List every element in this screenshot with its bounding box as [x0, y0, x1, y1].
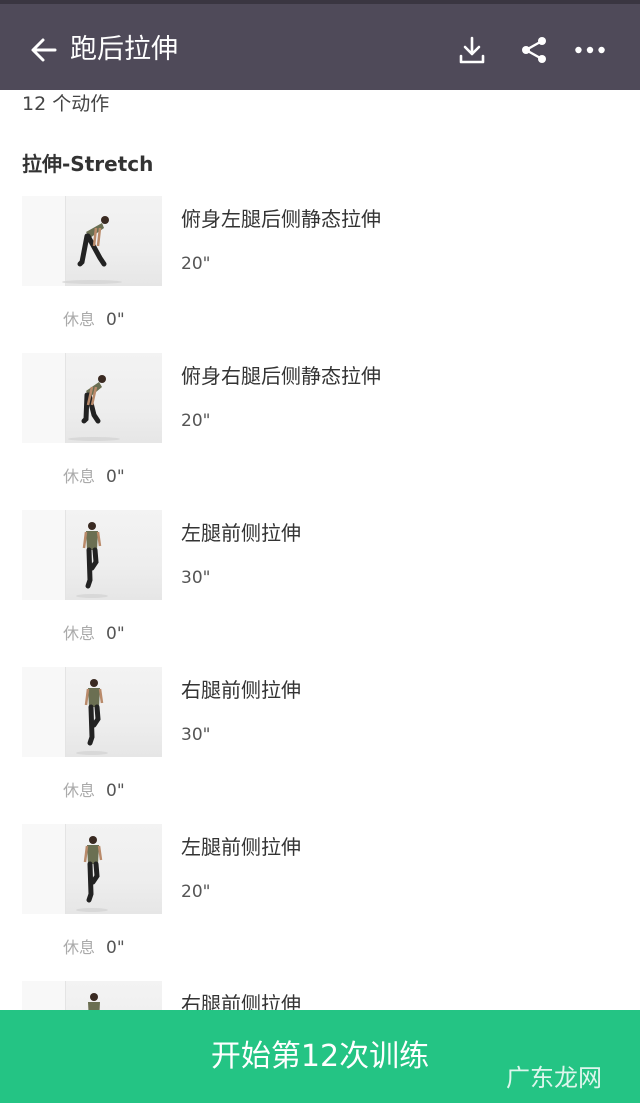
exercise-duration: 30" — [181, 568, 211, 588]
standing-quad-stretch-figure — [76, 836, 108, 912]
exercise-duration: 20" — [181, 882, 211, 902]
section-title: 拉伸-Stretch — [22, 152, 154, 176]
exercise-name: 俯身左腿后侧静态拉伸 — [181, 207, 381, 231]
exercise-item[interactable]: 左腿前侧拉伸 30" 休息 0" — [0, 510, 640, 667]
exercise-name: 左腿前侧拉伸 — [181, 835, 301, 859]
exercise-duration: 20" — [181, 411, 211, 431]
exercise-thumbnail[interactable] — [22, 510, 162, 600]
arrow-left-icon[interactable] — [28, 34, 60, 66]
rest-duration: 0" — [106, 938, 125, 958]
rest-label: 休息 — [63, 624, 96, 643]
rest-label: 休息 — [63, 781, 96, 800]
exercise-thumbnail[interactable] — [22, 824, 162, 914]
rest-label: 休息 — [63, 938, 96, 957]
exercise-thumbnail[interactable] — [22, 981, 162, 1010]
page-title: 跑后拉伸 — [70, 34, 178, 65]
exercise-item[interactable]: 右腿前侧拉伸 30" 休息 0" — [0, 667, 640, 824]
top-app-bar: 跑后拉伸 — [0, 0, 640, 90]
exercise-name: 左腿前侧拉伸 — [181, 521, 301, 545]
exercise-name: 右腿前侧拉伸 — [181, 678, 301, 702]
exercise-name: 俯身右腿后侧静态拉伸 — [181, 364, 381, 388]
bent-over-stretch-figure — [68, 375, 120, 441]
exercise-thumbnail[interactable] — [22, 667, 162, 757]
standing-quad-stretch-figure — [88, 993, 100, 1010]
exercise-duration: 20" — [181, 254, 211, 274]
standing-quad-stretch-figure — [76, 679, 108, 755]
exercise-duration: 30" — [181, 725, 211, 745]
rest-label: 休息 — [63, 467, 96, 486]
download-icon[interactable] — [456, 34, 488, 66]
more-horizontal-icon[interactable] — [574, 34, 606, 66]
standing-quad-stretch-figure — [76, 522, 108, 598]
exercise-item[interactable]: 左腿前侧拉伸 20" 休息 0" — [0, 824, 640, 981]
exercise-list-scroll[interactable]: 12 个动作 拉伸-Stretch 俯身左腿后侧静态拉伸 20" 休息 0" 俯… — [0, 90, 640, 1010]
exercise-name: 右腿前侧拉伸 — [181, 992, 301, 1010]
exercise-item[interactable]: 俯身右腿后侧静态拉伸 20" 休息 0" — [0, 353, 640, 510]
rest-duration: 0" — [106, 624, 125, 644]
exercise-thumbnail[interactable] — [22, 196, 162, 286]
rest-duration: 0" — [106, 310, 125, 330]
share-icon[interactable] — [518, 34, 550, 66]
rest-duration: 0" — [106, 781, 125, 801]
watermark-logo-text: 广东龙网 — [506, 1064, 602, 1092]
rest-duration: 0" — [106, 467, 125, 487]
exercise-count: 12 个动作 — [22, 93, 110, 115]
exercise-thumbnail[interactable] — [22, 353, 162, 443]
rest-label: 休息 — [63, 310, 96, 329]
bent-over-stretch-figure — [62, 216, 122, 284]
exercise-item[interactable]: 俯身左腿后侧静态拉伸 20" 休息 0" — [0, 196, 640, 353]
exercise-item[interactable]: 右腿前侧拉伸 — [0, 981, 640, 1010]
